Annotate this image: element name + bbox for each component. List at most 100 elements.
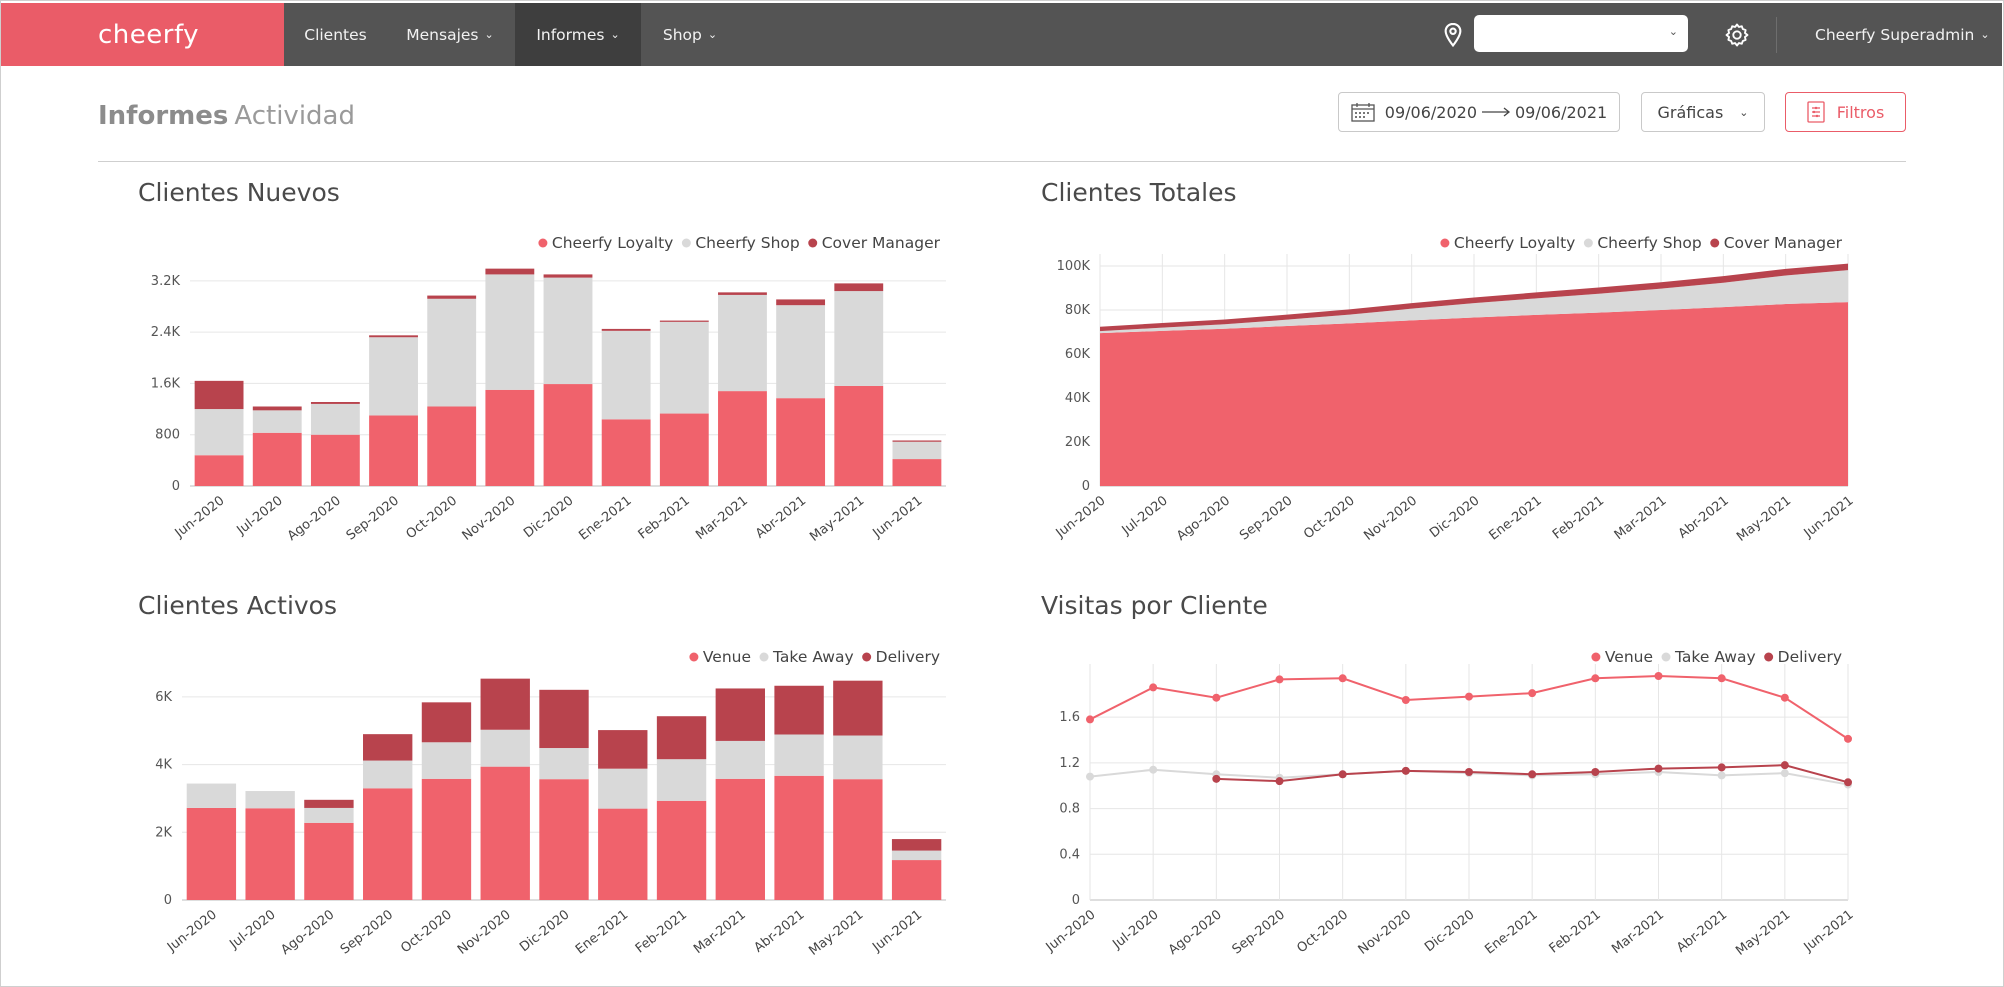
bar-venue (245, 808, 295, 900)
bar-cheerfy-loyalty (194, 455, 244, 486)
x-tick-label: Jun-2020 (1043, 907, 1099, 955)
bar-venue (480, 766, 530, 900)
bar-cheerfy-shop (369, 337, 418, 416)
legend-dot (1710, 238, 1720, 248)
bar-delivery (363, 734, 413, 761)
point-delivery (1275, 777, 1284, 786)
bar-cover-manager (543, 274, 593, 278)
x-tick-label: Jul-2020 (234, 493, 286, 538)
bar-cheerfy-shop (718, 294, 767, 392)
legend-label: Venue (703, 648, 751, 666)
bar-cheerfy-loyalty (776, 398, 826, 486)
bar-take-away (186, 783, 237, 808)
legend-label: Cheerfy Shop (1597, 234, 1701, 252)
bar-cheerfy-shop (485, 274, 535, 390)
point-take-away (1717, 771, 1726, 780)
y-tick-label: 0.8 (1059, 802, 1080, 817)
point-venue (1591, 674, 1600, 683)
legend-dot (808, 238, 818, 248)
point-venue (1275, 675, 1284, 684)
x-tick-label: Feb-2021 (1547, 907, 1604, 956)
legend-label: Delivery (876, 648, 940, 666)
x-tick-label: Jun-2021 (1801, 907, 1857, 955)
point-venue (1212, 693, 1221, 702)
x-tick-label: Ene-2021 (576, 493, 634, 543)
bar-take-away (715, 740, 765, 779)
bar-delivery (833, 680, 883, 736)
bar-cover-manager (252, 406, 302, 411)
bar-take-away (774, 734, 824, 776)
x-tick-label: Sep-2020 (1237, 493, 1295, 543)
y-tick-label: 60K (1065, 347, 1091, 362)
bar-cover-manager (310, 402, 360, 404)
y-tick-label: 20K (1065, 435, 1091, 450)
bar-venue (363, 788, 413, 900)
x-tick-label: Dic-2020 (521, 493, 576, 541)
x-tick-label: Jul-2020 (226, 907, 278, 952)
x-tick-label: Nov-2020 (460, 493, 519, 543)
y-tick-label: 1.6K (151, 376, 181, 391)
bar-take-away (245, 791, 295, 809)
point-venue (1465, 692, 1473, 701)
bar-cheerfy-loyalty (543, 384, 593, 486)
x-tick-label: May-2021 (1733, 907, 1793, 958)
bar-venue (891, 860, 942, 900)
bar-take-away (539, 748, 589, 780)
point-venue (1528, 689, 1537, 698)
legend-label: Cover Manager (822, 234, 941, 252)
x-tick-label: Abr-2021 (1674, 907, 1730, 955)
point-delivery (1528, 770, 1537, 779)
x-tick-label: May-2021 (806, 907, 866, 958)
bar-cheerfy-shop (776, 305, 826, 399)
point-take-away (1780, 769, 1789, 778)
bar-delivery (304, 799, 354, 808)
chart-visitas: 0 0.4 0.8 1.2 1.6 Jun-2020 Jul-2020 Ago-2020 Sep… (1043, 648, 1857, 959)
point-venue (1401, 696, 1410, 704)
x-tick-label: Oct-2020 (1294, 907, 1351, 956)
x-tick-label: Ago-2020 (1166, 907, 1225, 958)
legend-dot (1661, 652, 1671, 662)
point-delivery (1465, 768, 1473, 776)
x-tick-label: Ene-2021 (573, 907, 631, 957)
bar-cheerfy-loyalty (834, 385, 884, 486)
bar-delivery (656, 716, 707, 760)
bar-cover-manager (834, 283, 884, 292)
point-delivery (1338, 770, 1347, 779)
x-tick-label: Oct-2020 (1301, 493, 1358, 542)
x-tick-label: May-2021 (807, 493, 867, 544)
legend-dot (862, 652, 872, 662)
point-venue (1654, 672, 1663, 680)
y-tick-label: 0 (172, 479, 180, 494)
area-cheerfy-loyalty (1100, 302, 1848, 486)
x-tick-label: Sep-2020 (344, 493, 402, 543)
legend-label: Cheerfy Loyalty (552, 234, 673, 252)
legend-label: Venue (1605, 648, 1653, 666)
bar-take-away (304, 807, 354, 823)
point-delivery (1654, 764, 1663, 773)
legend-dot (1583, 238, 1593, 248)
bar-take-away (891, 850, 942, 861)
bar-venue (186, 807, 237, 900)
bar-cheerfy-shop (601, 330, 651, 420)
x-tick-label: Mar-2021 (1612, 493, 1670, 543)
y-tick-label: 100K (1057, 259, 1091, 274)
bar-take-away (833, 735, 883, 780)
x-tick-label: Jun-2020 (172, 493, 228, 541)
point-take-away (1149, 765, 1158, 774)
bar-cover-manager (659, 320, 709, 322)
x-tick-label: Mar-2021 (1609, 907, 1667, 957)
x-tick-label: Ago-2020 (285, 493, 344, 544)
y-tick-label: 0 (1082, 479, 1090, 494)
x-tick-label: Abr-2021 (751, 907, 807, 955)
bar-cheerfy-loyalty (427, 406, 477, 486)
x-tick-label: Ene-2021 (1482, 907, 1540, 957)
bar-cheerfy-shop (543, 277, 593, 385)
x-tick-label: Sep-2020 (1230, 907, 1288, 957)
bar-cheerfy-loyalty (252, 432, 302, 486)
x-tick-label: Feb-2021 (636, 493, 693, 542)
bar-cheerfy-loyalty (601, 419, 651, 486)
bar-cover-manager (892, 440, 942, 442)
bar-venue (598, 808, 648, 900)
bar-venue (656, 800, 707, 900)
point-delivery (1591, 768, 1600, 776)
